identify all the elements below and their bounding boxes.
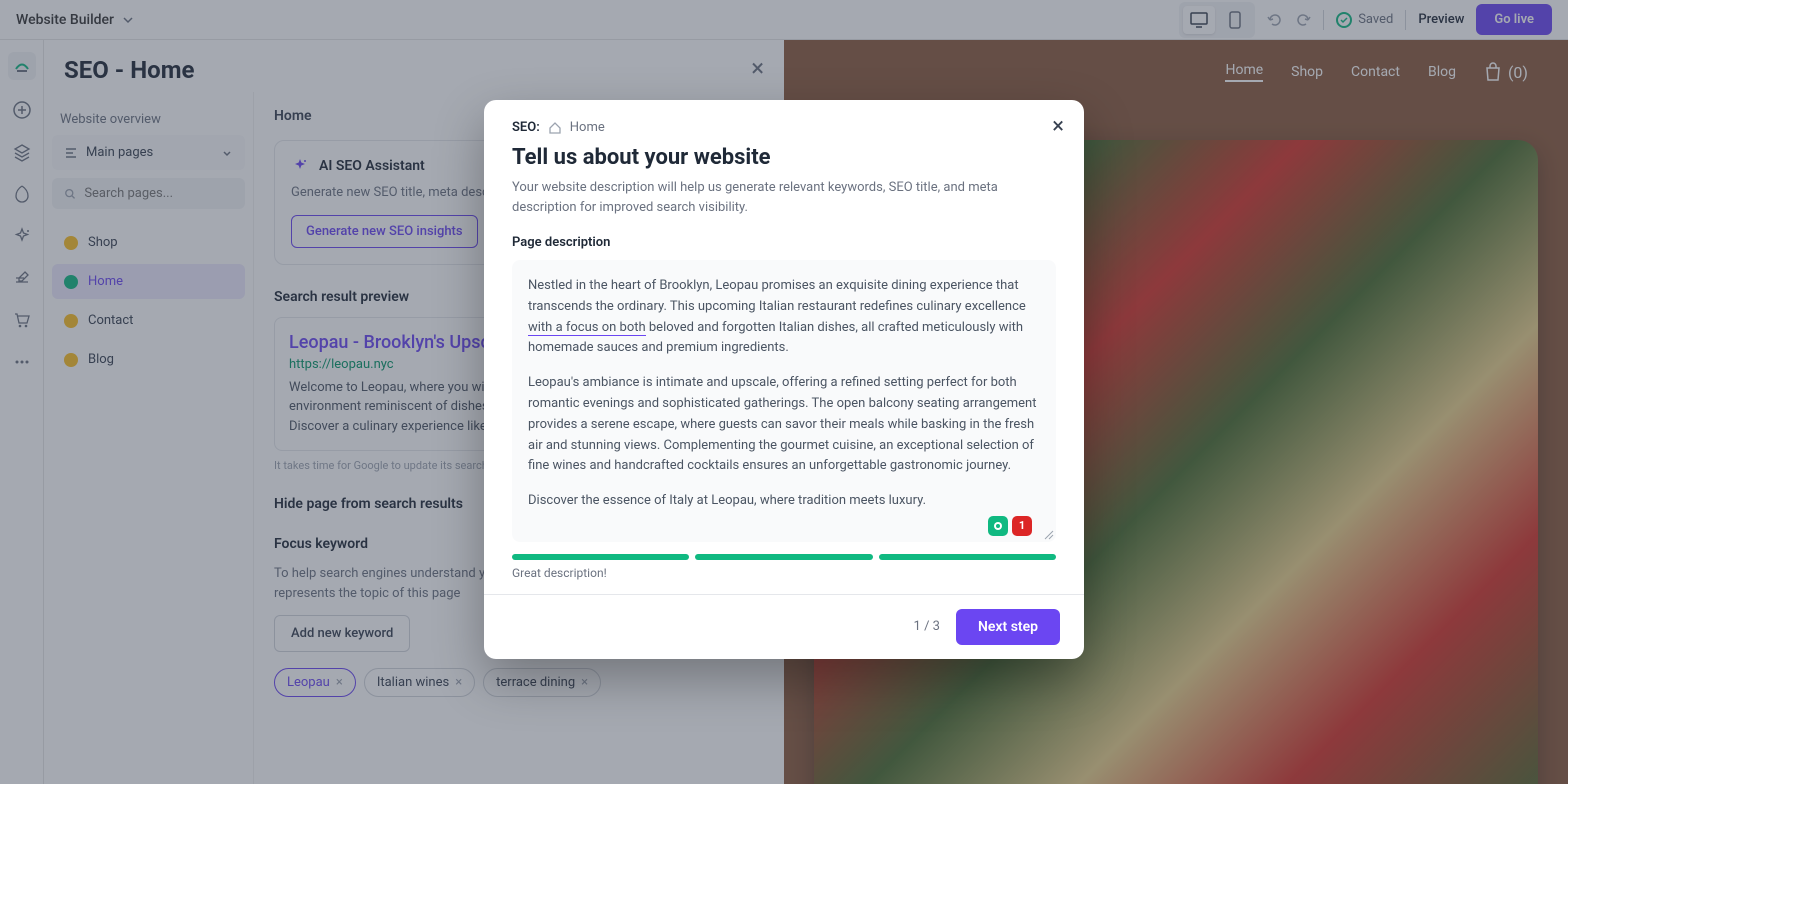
modal-subtitle: Your website description will help us ge… bbox=[512, 178, 1056, 217]
desc-paragraph: Nestled in the heart of Brooklyn, Leopau… bbox=[528, 276, 1040, 359]
step-counter: 1 / 3 bbox=[914, 619, 940, 634]
modal-title: Tell us about your website bbox=[512, 145, 1056, 170]
desc-paragraph: Leopau's ambiance is intimate and upscal… bbox=[528, 373, 1040, 477]
desc-paragraph: Discover the essence of Italy at Leopau,… bbox=[528, 491, 1040, 512]
progress-label: Great description! bbox=[512, 566, 1056, 580]
modal-breadcrumb: SEO: Home bbox=[512, 120, 1056, 135]
seo-description-modal: × SEO: Home Tell us about your website Y… bbox=[484, 100, 1084, 659]
modal-overlay[interactable]: × SEO: Home Tell us about your website Y… bbox=[0, 0, 1568, 784]
progress-segment bbox=[879, 554, 1056, 560]
home-icon bbox=[548, 121, 562, 135]
description-progress bbox=[512, 554, 1056, 560]
grammar-highlight: with a focus on both bbox=[528, 320, 646, 336]
grammar-issue-badge[interactable]: 1 bbox=[1012, 516, 1032, 536]
description-textarea[interactable]: Nestled in the heart of Brooklyn, Leopau… bbox=[512, 260, 1056, 542]
grammar-ok-icon[interactable] bbox=[988, 516, 1008, 536]
progress-segment bbox=[512, 554, 689, 560]
next-step-button[interactable]: Next step bbox=[956, 609, 1060, 645]
close-modal-button[interactable]: × bbox=[1052, 114, 1064, 139]
modal-body: Page description Nestled in the heart of… bbox=[484, 235, 1084, 594]
modal-footer: 1 / 3 Next step bbox=[484, 594, 1084, 659]
progress-segment bbox=[695, 554, 872, 560]
modal-header: × SEO: Home Tell us about your website Y… bbox=[484, 100, 1084, 217]
crumb-prefix: SEO: bbox=[512, 120, 540, 135]
field-label: Page description bbox=[512, 235, 1056, 250]
quality-badges: 1 bbox=[988, 516, 1032, 536]
resize-handle-icon[interactable] bbox=[1044, 530, 1054, 540]
crumb-page: Home bbox=[570, 120, 605, 135]
